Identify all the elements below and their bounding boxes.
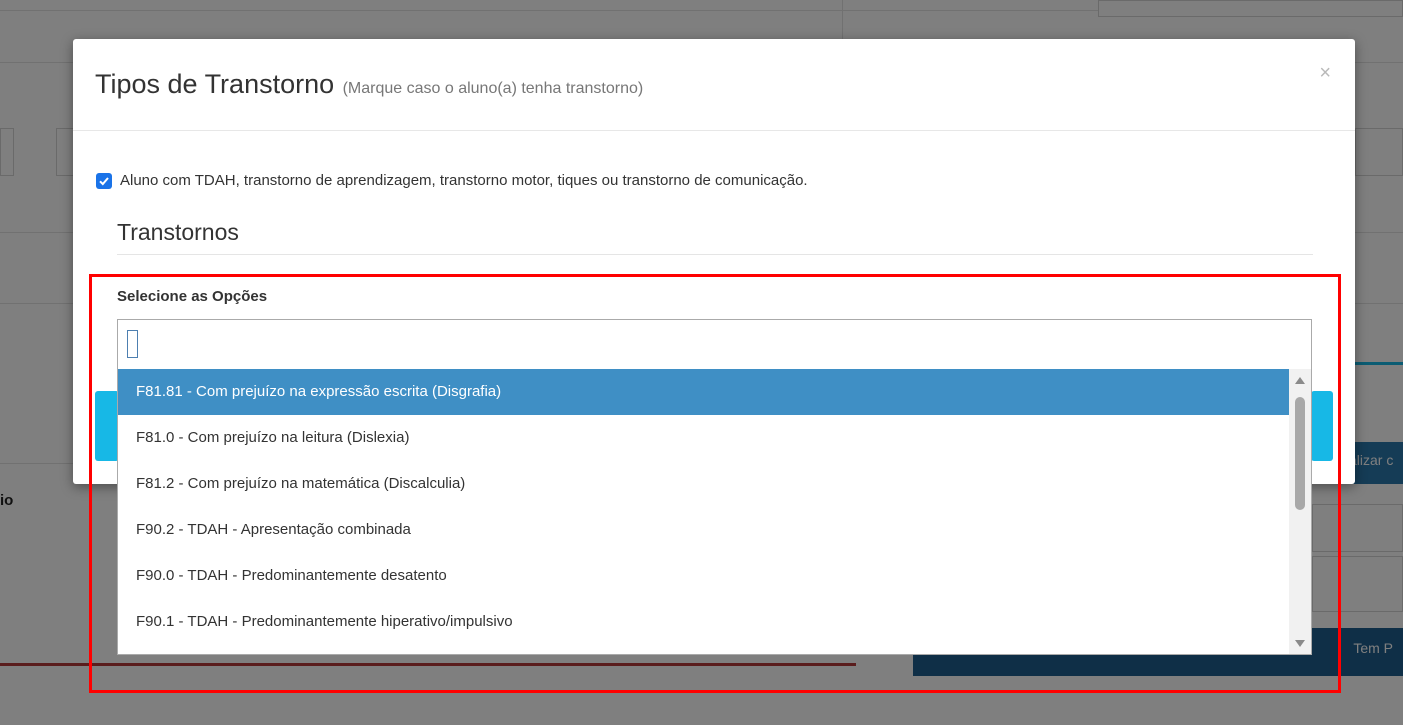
checkbox-checked-icon[interactable]	[96, 172, 112, 189]
dropdown-option[interactable]: F90.2 - TDAH - Apresentação combinada	[118, 507, 1290, 553]
modal-header: Tipos de Transtorno (Marque caso o aluno…	[73, 39, 1355, 131]
dropdown-option[interactable]: F81.81 - Com prejuízo na expressão escri…	[118, 369, 1290, 415]
close-icon[interactable]: ×	[1319, 63, 1331, 83]
field-label: Selecione as Opções	[117, 288, 268, 305]
dropdown-scrollbar[interactable]	[1289, 369, 1311, 654]
dropdown-option[interactable]: F90.1 - TDAH - Predominantemente hiperat…	[118, 599, 1290, 645]
dropdown-option[interactable]: F81.0 - Com prejuízo na leitura (Dislexi…	[118, 415, 1290, 461]
options-dropdown[interactable]: F81.81 - Com prejuízo na expressão escri…	[117, 369, 1312, 655]
checkbox-label[interactable]: Aluno com TDAH, transtorno de aprendizag…	[120, 172, 808, 189]
modal-subtitle: (Marque caso o aluno(a) tenha transtorno…	[342, 80, 644, 97]
section-title: Transtornos	[117, 219, 239, 245]
scroll-up-icon[interactable]	[1295, 377, 1305, 384]
disorder-checkbox-row[interactable]: Aluno com TDAH, transtorno de aprendizag…	[96, 172, 808, 189]
scroll-down-icon[interactable]	[1295, 640, 1305, 647]
text-cursor	[127, 330, 138, 358]
scrollbar-thumb[interactable]	[1295, 397, 1305, 510]
dropdown-option[interactable]: F81.2 - Com prejuízo na matemática (Disc…	[118, 461, 1290, 507]
options-search-input[interactable]	[117, 319, 1312, 370]
section-divider	[117, 254, 1313, 255]
modal-button-right[interactable]	[1311, 391, 1333, 461]
modal-button-left[interactable]	[95, 391, 119, 461]
dropdown-option[interactable]: F90.0 - TDAH - Predominantemente desaten…	[118, 553, 1290, 599]
modal-title: Tipos de Transtorno	[95, 69, 335, 99]
